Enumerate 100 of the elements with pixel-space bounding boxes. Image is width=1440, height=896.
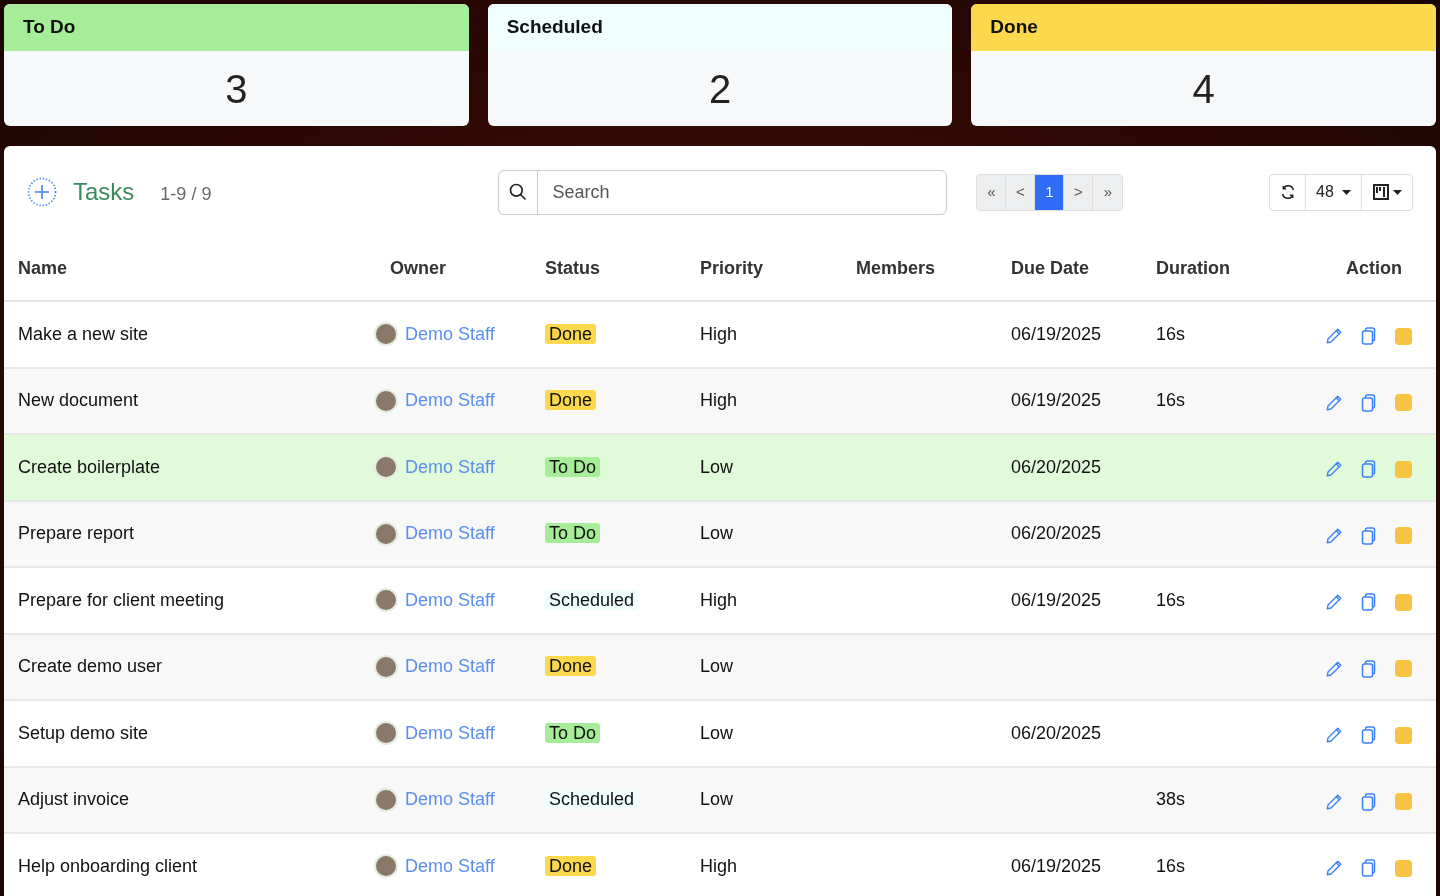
table-row[interactable]: Prepare report Demo Staff To Do Low 06/20/2025 bbox=[4, 501, 1436, 568]
task-name: Help onboarding client bbox=[18, 855, 198, 876]
add-icon[interactable] bbox=[27, 177, 57, 207]
column-header: Name bbox=[18, 258, 68, 278]
duration: 16s bbox=[1156, 323, 1186, 344]
pencil-icon[interactable] bbox=[1325, 393, 1343, 412]
pencil-icon[interactable] bbox=[1325, 327, 1343, 346]
card-header: To Do bbox=[4, 4, 469, 51]
task-name: Prepare report bbox=[18, 523, 135, 544]
pencil-icon[interactable] bbox=[1325, 859, 1343, 878]
pencil-icon[interactable] bbox=[1325, 460, 1343, 479]
status-badge: To Do bbox=[545, 722, 601, 743]
column-header: Members bbox=[856, 258, 936, 278]
column-header: Priority bbox=[700, 258, 764, 278]
avatar bbox=[374, 654, 398, 679]
priority: Low bbox=[700, 722, 734, 743]
caret-icon bbox=[1392, 189, 1402, 195]
copy-icon[interactable] bbox=[1361, 460, 1377, 479]
pencil-icon[interactable] bbox=[1325, 659, 1343, 678]
priority: High bbox=[700, 589, 738, 610]
priority: Low bbox=[700, 656, 734, 677]
task-name: Make a new site bbox=[18, 323, 149, 344]
duration: 16s bbox=[1156, 855, 1186, 876]
copy-icon[interactable] bbox=[1361, 393, 1377, 412]
priority: High bbox=[700, 390, 738, 411]
due-date: 06/20/2025 bbox=[1011, 523, 1102, 544]
due-date: 06/19/2025 bbox=[1011, 855, 1102, 876]
record-range: 1-9 / 9 bbox=[160, 182, 212, 206]
card-count: 4 bbox=[1191, 65, 1216, 113]
pencil-icon[interactable] bbox=[1325, 593, 1343, 612]
priority: Low bbox=[700, 789, 734, 810]
due-date: 06/19/2025 bbox=[1011, 390, 1102, 411]
avatar bbox=[374, 721, 398, 746]
copy-icon[interactable] bbox=[1361, 859, 1377, 878]
priority: High bbox=[700, 323, 738, 344]
copy-icon[interactable] bbox=[1361, 792, 1377, 811]
status-badge: Done bbox=[545, 855, 597, 876]
search-icon bbox=[508, 182, 529, 202]
priority: Low bbox=[700, 523, 734, 544]
copy-icon[interactable] bbox=[1361, 526, 1377, 545]
table-row[interactable]: Adjust invoice Demo Staff Scheduled Low 38s bbox=[4, 767, 1436, 834]
duration: 16s bbox=[1156, 390, 1186, 411]
column-header: Duration bbox=[1156, 258, 1230, 278]
due-date: 06/19/2025 bbox=[1011, 589, 1102, 610]
status-badge: Scheduled bbox=[545, 789, 639, 810]
copy-icon[interactable] bbox=[1361, 327, 1377, 346]
card-header: Done bbox=[971, 4, 1436, 51]
column-header: Action bbox=[1346, 258, 1402, 278]
pencil-icon[interactable] bbox=[1325, 526, 1343, 545]
column-header: Status bbox=[545, 258, 600, 278]
status-badge: Scheduled bbox=[545, 589, 639, 610]
search-field[interactable]: Search bbox=[498, 169, 948, 215]
table-row[interactable]: New document Demo Staff Done High 06/19/2025 16s bbox=[4, 368, 1436, 435]
duration: 38s bbox=[1156, 789, 1186, 810]
avatar bbox=[374, 787, 398, 812]
status-badge: To Do bbox=[545, 523, 601, 544]
card-count: 2 bbox=[707, 65, 733, 113]
due-date: 06/20/2025 bbox=[1011, 722, 1102, 743]
pagination-button[interactable]: » bbox=[1093, 174, 1123, 210]
pencil-icon[interactable] bbox=[1325, 792, 1343, 811]
columns-icon bbox=[1372, 184, 1389, 200]
priority: High bbox=[700, 855, 738, 876]
table-row[interactable]: Create boilerplate Demo Staff To Do Low 06/20/2025 bbox=[4, 435, 1436, 502]
status-badge: Done bbox=[545, 323, 597, 344]
column-header: Due Date bbox=[1011, 258, 1090, 278]
task-name: New document bbox=[18, 390, 139, 411]
column-header: Owner bbox=[390, 258, 446, 278]
copy-icon[interactable] bbox=[1361, 593, 1377, 612]
card-count: 3 bbox=[224, 65, 249, 113]
task-name: Create boilerplate bbox=[18, 456, 161, 477]
task-name: Setup demo site bbox=[18, 722, 149, 743]
pagination-button[interactable]: > bbox=[1064, 174, 1094, 210]
avatar bbox=[374, 588, 398, 613]
avatar bbox=[374, 521, 398, 546]
priority: Low bbox=[700, 456, 734, 477]
due-date: 06/19/2025 bbox=[1011, 323, 1102, 344]
pagination-button[interactable]: 1 bbox=[1035, 174, 1065, 210]
status-badge: To Do bbox=[545, 456, 601, 477]
task-name: Adjust invoice bbox=[18, 789, 130, 810]
pagination-button[interactable]: < bbox=[1006, 174, 1036, 210]
caret-icon bbox=[1341, 189, 1351, 195]
task-name: Prepare for client meeting bbox=[18, 589, 225, 610]
duration: 16s bbox=[1156, 589, 1186, 610]
task-name: Create demo user bbox=[18, 656, 163, 677]
due-date: 06/20/2025 bbox=[1011, 456, 1102, 477]
avatar bbox=[374, 854, 398, 879]
pencil-icon[interactable] bbox=[1325, 726, 1343, 745]
avatar bbox=[374, 388, 398, 413]
avatar bbox=[374, 322, 398, 347]
status-badge: Done bbox=[545, 390, 597, 411]
status-badge: Done bbox=[545, 656, 597, 677]
pagination-button[interactable]: « bbox=[977, 174, 1007, 210]
card-header: Scheduled bbox=[487, 4, 953, 51]
avatar bbox=[374, 455, 398, 480]
table-row[interactable]: Create demo user Demo Staff Done Low bbox=[4, 634, 1436, 701]
search-input[interactable]: Search bbox=[538, 178, 947, 206]
refresh-icon bbox=[1279, 184, 1296, 200]
copy-icon[interactable] bbox=[1361, 659, 1377, 678]
copy-icon[interactable] bbox=[1361, 726, 1377, 745]
panel-title: Tasks bbox=[73, 177, 135, 207]
